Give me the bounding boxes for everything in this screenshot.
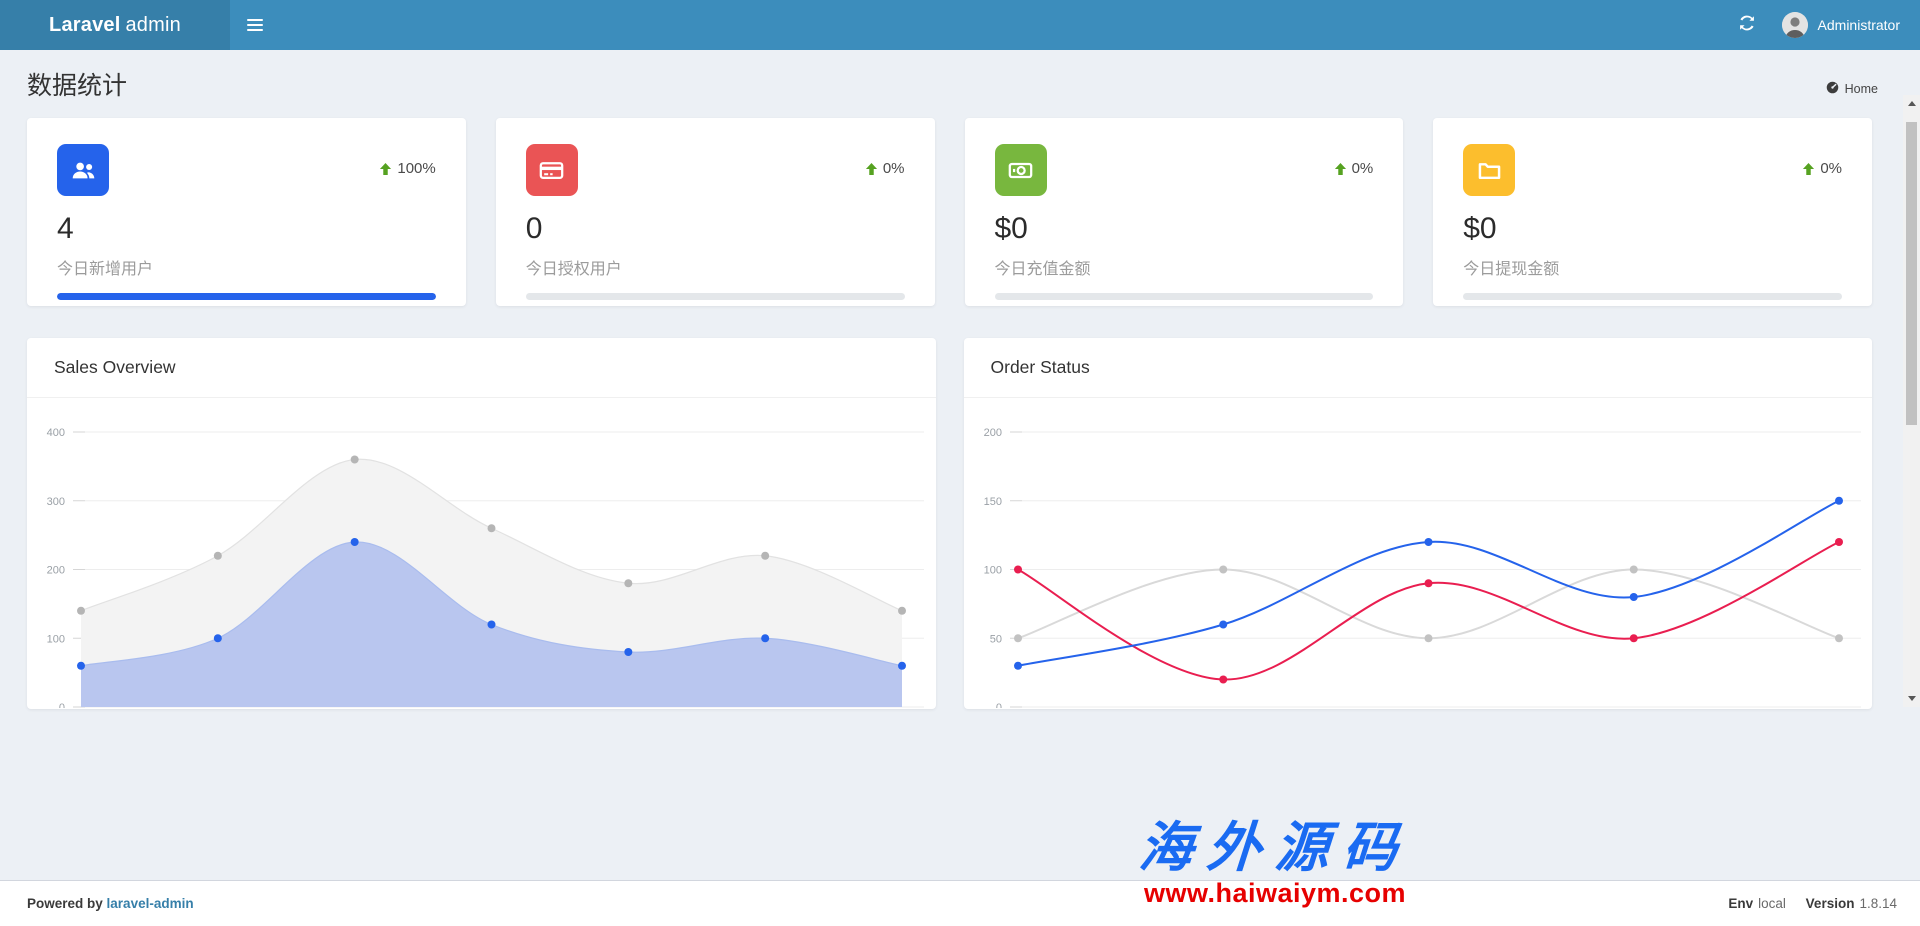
- env-label: Env: [1728, 896, 1753, 911]
- env-value: local: [1758, 896, 1786, 911]
- version-label: Version: [1806, 896, 1855, 911]
- refresh-icon: [1739, 15, 1755, 36]
- version-value: 1.8.14: [1859, 896, 1897, 911]
- order-status-chart: 200 150 100 50 0: [964, 398, 1873, 708]
- breadcrumb-home: Home: [1845, 82, 1878, 96]
- svg-text:0: 0: [995, 702, 1001, 708]
- trend-indicator: 100%: [379, 160, 435, 177]
- money-icon: [995, 144, 1047, 196]
- stat-label: 今日新增用户: [57, 255, 436, 279]
- page-header: 数据统计 Home: [0, 50, 1920, 114]
- sidebar-toggle-button[interactable]: [230, 0, 280, 50]
- svg-text:200: 200: [983, 427, 1001, 439]
- user-name: Administrator: [1818, 17, 1900, 33]
- svg-text:150: 150: [983, 496, 1001, 508]
- triangle-down-icon: [1908, 696, 1916, 701]
- progress-bar: [526, 293, 905, 300]
- stat-card-new-users: 100% 4 今日新增用户: [27, 118, 466, 306]
- vertical-scrollbar[interactable]: [1903, 95, 1920, 707]
- svg-text:100: 100: [47, 633, 65, 645]
- brand-rest: admin: [125, 14, 180, 37]
- stat-value: $0: [1463, 212, 1842, 246]
- credit-card-icon: [526, 144, 578, 196]
- dashboard-icon: [1826, 81, 1839, 97]
- laravel-admin-link[interactable]: laravel-admin: [107, 896, 194, 911]
- stat-value: 4: [57, 212, 436, 246]
- arrow-up-icon: [1334, 162, 1347, 176]
- breadcrumb[interactable]: Home: [1826, 81, 1878, 102]
- scrollbar-thumb[interactable]: [1906, 122, 1917, 425]
- progress-bar: [1463, 293, 1842, 300]
- trend-indicator: 0%: [1334, 160, 1374, 177]
- brand-logo[interactable]: Laraveladmin: [0, 0, 230, 50]
- stat-card-withdraw-amount: 0% $0 今日提现金额: [1433, 118, 1872, 306]
- trend-indicator: 0%: [1802, 160, 1842, 177]
- arrow-up-icon: [379, 162, 392, 176]
- top-navbar: Laraveladmin Administrator: [0, 0, 1920, 50]
- progress-bar: [57, 293, 436, 300]
- arrow-up-icon: [865, 162, 878, 176]
- avatar: [1782, 12, 1808, 38]
- svg-text:200: 200: [47, 565, 65, 577]
- charts-row: Sales Overview 400 300 200 100 0 Order Statu…: [27, 338, 1872, 709]
- trend-value: 0%: [1352, 160, 1374, 177]
- stat-value: 0: [526, 212, 905, 246]
- stat-label: 今日充值金额: [995, 255, 1374, 279]
- arrow-up-icon: [1802, 162, 1815, 176]
- content-wrapper: 数据统计 Home: [0, 50, 1920, 880]
- svg-text:300: 300: [47, 496, 65, 508]
- stat-label: 今日授权用户: [526, 255, 905, 279]
- trend-value: 100%: [397, 160, 435, 177]
- stat-value: $0: [995, 212, 1374, 246]
- page-title: 数据统计: [27, 66, 127, 102]
- sales-overview-title: Sales Overview: [54, 357, 176, 378]
- navbar-right: Administrator: [1724, 0, 1920, 50]
- scrollbar-up-button[interactable]: [1903, 95, 1920, 112]
- users-icon: [57, 144, 109, 196]
- progress-bar: [995, 293, 1374, 300]
- stat-label: 今日提现金额: [1463, 255, 1842, 279]
- watermark-text-cn: 海外源码: [1078, 818, 1472, 877]
- hamburger-icon: [247, 19, 263, 21]
- trend-value: 0%: [1820, 160, 1842, 177]
- svg-text:400: 400: [47, 427, 65, 439]
- footer: Powered by laravel-admin Env local Versio…: [0, 880, 1920, 926]
- brand-bold: Laravel: [49, 14, 120, 37]
- stat-card-authorized-users: 0% 0 今日授权用户: [496, 118, 935, 306]
- stat-card-recharge-amount: 0% $0 今日充值金额: [965, 118, 1404, 306]
- refresh-button[interactable]: [1724, 0, 1770, 50]
- stat-cards-row: 100% 4 今日新增用户: [27, 118, 1872, 306]
- trend-indicator: 0%: [865, 160, 905, 177]
- trend-value: 0%: [883, 160, 905, 177]
- folder-icon: [1463, 144, 1515, 196]
- sales-overview-chart: 400 300 200 100 0: [27, 398, 936, 708]
- triangle-up-icon: [1908, 101, 1916, 106]
- order-status-card: Order Status 200 150 100 50 0: [964, 338, 1873, 709]
- scrollbar-down-button[interactable]: [1903, 690, 1920, 707]
- sales-overview-card: Sales Overview 400 300 200 100 0: [27, 338, 936, 709]
- user-menu[interactable]: Administrator: [1770, 0, 1920, 50]
- svg-text:100: 100: [983, 565, 1001, 577]
- order-status-title: Order Status: [991, 357, 1090, 378]
- svg-text:0: 0: [59, 702, 65, 708]
- powered-by-label: Powered by: [27, 896, 103, 911]
- svg-text:50: 50: [989, 633, 1001, 645]
